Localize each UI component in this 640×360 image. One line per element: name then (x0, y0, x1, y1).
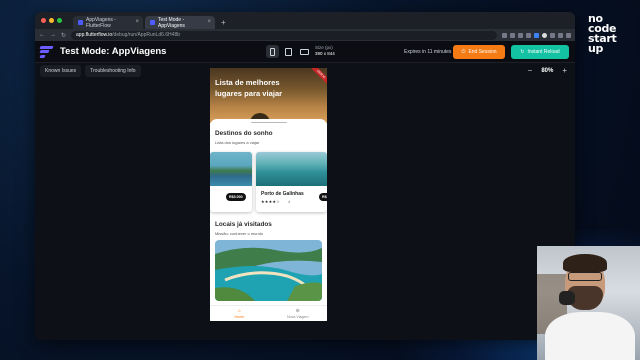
extension-icon[interactable] (534, 32, 539, 38)
browser-tab-flutterflow[interactable]: AppViagens - FlutterFlow × (73, 16, 143, 29)
device-selector (266, 45, 311, 58)
minimize-window-button[interactable] (49, 18, 54, 23)
price-badge: R$3.000 (226, 193, 246, 201)
presenter-body (545, 312, 635, 360)
hero-title: Lista de melhores lugares para viajar (215, 78, 283, 98)
destination-image (210, 152, 252, 186)
section-subtitle-dreams: Lista dos lugares a viajar (215, 140, 260, 145)
window-controls (41, 18, 62, 23)
browser-tab-test-mode[interactable]: Test Mode - AppViagens × (145, 16, 215, 29)
troubleshooting-info-button[interactable]: Troubleshooting Info (85, 65, 141, 77)
reload-icon[interactable]: ↻ (61, 32, 66, 39)
home-icon: ⌂ (237, 307, 241, 314)
extension-icon[interactable] (526, 32, 531, 38)
close-tab-icon[interactable]: × (207, 19, 211, 25)
phone-preview: Lista de melhores lugares para viajar DE… (210, 68, 327, 321)
flutterflow-favicon-icon (150, 20, 155, 25)
zoom-level: 80% (541, 67, 554, 74)
end-session-label: End Session (468, 49, 497, 55)
webcam-overlay (537, 246, 640, 360)
stop-icon: ⏻ (461, 49, 466, 55)
url-field[interactable]: app.flutterflow.io/debug/run/AppRunLd6.6… (71, 30, 497, 40)
device-size-value: 390 x 844 (315, 51, 335, 56)
section-subtitle-visited: Missão: conhecer o mundo (215, 231, 264, 236)
test-mode-header: Test Mode: AppViagens Size (px) 390 x 84… (35, 41, 575, 63)
destination-card[interactable]: Porto de Galinhas ★★★★☆ 4 R$3 (256, 152, 327, 212)
expiry-text: Expires in 11 minutes (404, 49, 452, 55)
flutterflow-favicon-icon (78, 20, 83, 25)
zoom-control: − 80% + (528, 66, 567, 75)
section-title-visited: Locais já visitados (215, 221, 272, 228)
extension-icon[interactable] (518, 32, 523, 38)
microphone-icon (559, 291, 575, 305)
back-arrow-icon[interactable]: ← (39, 32, 45, 38)
reload-icon: ↻ (520, 49, 525, 55)
presenter-hair (563, 254, 607, 272)
zoom-out-icon[interactable]: − (528, 66, 533, 75)
nav-label: Nova Viagem (286, 314, 309, 319)
sheet-handle (251, 122, 287, 123)
rating-value: 4 (288, 200, 290, 204)
rating-stars-icon: ★★★★☆ (261, 199, 280, 204)
destination-name: Porto de Galinhas (261, 191, 304, 197)
url-path: /debug/run/AppRunLd6.6H48b (112, 32, 181, 38)
presenter-glasses (568, 272, 602, 281)
content-sheet: Destinos do sonho Lista dos lugares a vi… (210, 119, 327, 321)
section-title-dreams: Destinos do sonho (215, 130, 273, 137)
tab-label: Test Mode - AppViagens (158, 16, 185, 29)
browser-tab-bar: AppViagens - FlutterFlow × Test Mode - A… (35, 12, 575, 29)
destination-image (256, 152, 327, 186)
instant-reload-button[interactable]: ↻ Instant Reload (511, 45, 569, 59)
desktop-device-icon[interactable] (298, 45, 311, 58)
destination-card[interactable]: R$3.000 (210, 152, 252, 212)
forward-arrow-icon[interactable]: → (50, 32, 56, 38)
end-session-button[interactable]: ⏻ End Session (453, 45, 505, 59)
price-badge: R$3 (319, 193, 327, 201)
page-title: Test Mode: AppViagens (60, 46, 167, 57)
tablet-device-icon[interactable] (282, 45, 295, 58)
extension-icon[interactable] (550, 32, 555, 38)
extension-icon[interactable] (502, 32, 507, 38)
bay-illustration (215, 240, 322, 301)
zoom-in-icon[interactable]: + (562, 66, 567, 75)
tab-label: AppViagens - FlutterFlow (86, 16, 116, 29)
device-size-readout: Size (px) 390 x 844 (315, 45, 335, 57)
instant-reload-label: Instant Reload (527, 49, 560, 55)
known-issues-button[interactable]: Known Issues (40, 65, 82, 77)
bottom-nav: ⌂ Home ⊕ Nova Viagem (210, 305, 327, 321)
flutterflow-logo-icon (39, 45, 54, 58)
nav-item-home[interactable]: ⌂ Home (210, 306, 269, 321)
browser-address-bar: ← → ↻ app.flutterflow.io/debug/run/AppRu… (35, 29, 575, 41)
phone-device-icon[interactable] (266, 45, 279, 58)
browser-extensions (502, 32, 571, 38)
extension-icon[interactable] (510, 32, 515, 38)
url-host: app.flutterflow.io (76, 32, 113, 38)
new-tab-icon[interactable]: + (221, 18, 226, 27)
nocode-startup-logo: no code start up (588, 13, 632, 55)
profile-avatar-icon[interactable] (542, 32, 547, 38)
maximize-window-button[interactable] (57, 18, 62, 23)
nav-item-nova-viagem[interactable]: ⊕ Nova Viagem (269, 306, 328, 321)
extension-icon[interactable] (558, 32, 563, 38)
close-tab-icon[interactable]: × (135, 19, 139, 25)
add-circle-icon: ⊕ (295, 307, 300, 314)
brand-line-4: up (588, 42, 604, 55)
nav-label: Home (234, 314, 245, 319)
menu-dots-icon[interactable] (566, 32, 571, 38)
close-window-button[interactable] (41, 18, 46, 23)
visited-place-image[interactable] (215, 240, 322, 301)
